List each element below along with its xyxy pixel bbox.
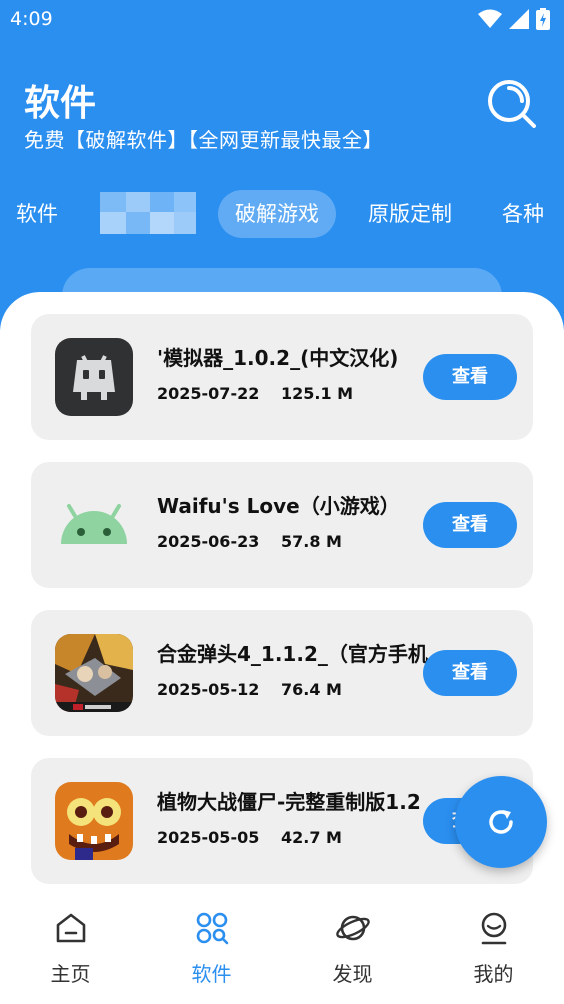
view-button[interactable]: 查看: [423, 502, 517, 548]
planet-icon: [336, 915, 370, 941]
app-size: 76.4 M: [281, 680, 342, 699]
refresh-icon: [489, 810, 513, 834]
page-subtitle: 免费【破解软件】【全网更新最快最全】: [24, 128, 383, 152]
wifi-icon: [478, 9, 502, 28]
signal-icon: [509, 9, 529, 29]
nav-profile[interactable]: 我的: [423, 892, 564, 1004]
app-card[interactable]: 合金弹头4_1.1.2_（官方手机 2025-05-12 76.4 M 查看: [31, 610, 533, 736]
view-button[interactable]: 查看: [423, 354, 517, 400]
blurred-tab[interactable]: [100, 192, 196, 234]
app-card[interactable]: '模拟器_1.0.2_(中文汉化) 2025-07-22 125.1 M 查看: [31, 314, 533, 440]
nav-home[interactable]: 主页: [0, 892, 141, 1004]
refresh-button[interactable]: [455, 776, 547, 868]
profile-icon: [481, 912, 507, 945]
app-date: 2025-05-05: [157, 828, 260, 847]
search-icon: [488, 80, 536, 128]
app-date: 2025-07-22: [157, 384, 260, 403]
apps-icon: [196, 912, 229, 945]
view-button[interactable]: 查看: [423, 650, 517, 696]
app-card[interactable]: Waifu's Love（小游戏） 2025-06-23 57.8 M 查看: [31, 462, 533, 588]
tab-various[interactable]: 各种: [502, 190, 544, 238]
tab-original-custom[interactable]: 原版定制: [368, 190, 452, 238]
nav-label: 主页: [50, 962, 91, 986]
app-name: 植物大战僵尸-完整重制版1.2: [157, 790, 421, 814]
nav-label: 我的: [473, 962, 514, 986]
zombie-icon: [55, 782, 133, 860]
page-title: 软件: [24, 83, 97, 124]
app-date: 2025-05-12: [157, 680, 260, 699]
app-name: '模拟器_1.0.2_(中文汉化): [157, 346, 399, 370]
nav-software[interactable]: 软件: [141, 892, 282, 1004]
cordova-robot-icon: [55, 338, 133, 416]
app-size: 42.7 M: [281, 828, 342, 847]
nav-label: 软件: [191, 962, 232, 986]
search-button[interactable]: [486, 78, 538, 130]
tab-cracked-games[interactable]: 破解游戏: [218, 190, 336, 238]
android-icon: [55, 486, 133, 564]
status-time: 4:09: [10, 8, 53, 30]
app-date: 2025-06-23: [157, 532, 260, 551]
status-bar: 4:09: [0, 0, 564, 38]
app-size: 125.1 M: [281, 384, 354, 403]
nav-label: 发现: [332, 962, 373, 986]
metal-slug-icon: [55, 634, 133, 712]
home-icon: [56, 913, 86, 943]
tab-software[interactable]: 软件: [16, 190, 58, 238]
app-name: 合金弹头4_1.1.2_（官方手机: [157, 642, 428, 666]
battery-icon: [536, 8, 550, 30]
app-size: 57.8 M: [281, 532, 342, 551]
app-name: Waifu's Love（小游戏）: [157, 494, 400, 518]
bottom-nav: 主页 软件 发现 我的: [0, 892, 564, 1004]
category-tabs: 软件 破解游戏 原版定制 各种: [0, 190, 564, 242]
nav-discover[interactable]: 发现: [282, 892, 423, 1004]
